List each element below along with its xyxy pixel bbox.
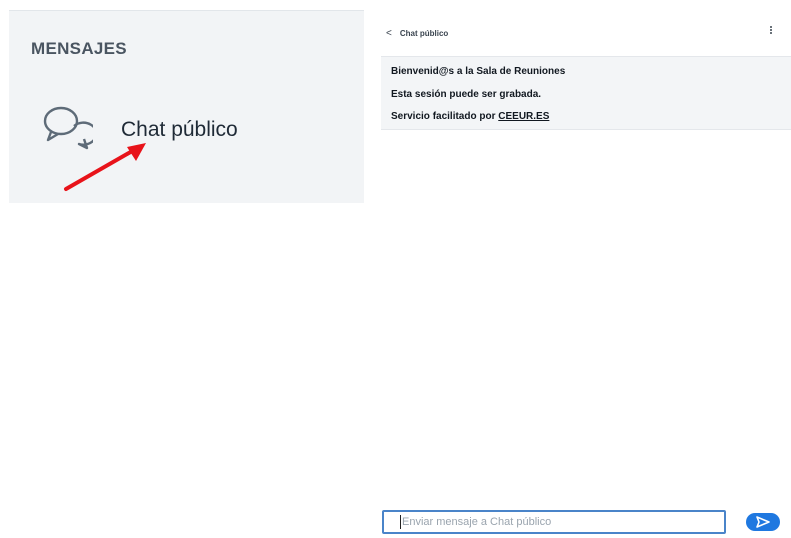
kebab-dot-icon (770, 32, 772, 34)
welcome-line-2: Esta sesión puede ser grabada. (391, 89, 542, 100)
red-arrow-icon (64, 143, 146, 191)
text-caret (400, 515, 401, 529)
send-icon (756, 516, 770, 528)
messages-panel-title: MENSAJES (31, 39, 127, 58)
back-button[interactable]: < Chat público (386, 25, 448, 41)
ceeur-link[interactable]: CEEUR.ES (498, 111, 549, 122)
message-composer (382, 510, 791, 538)
chat-header-title: Chat público (399, 28, 449, 38)
options-menu-button[interactable] (767, 26, 775, 40)
welcome-line-3: Servicio facilitado por CEEUR.ES (391, 111, 549, 122)
kebab-dot-icon (770, 29, 772, 31)
screenshot-stage: MENSAJES Chat público < Chat público Bie… (0, 0, 791, 538)
chat-header: < Chat público (372, 16, 782, 52)
chevron-left-icon: < (386, 27, 392, 39)
chat-panel: < Chat público Bienvenid@s a la Sala de … (372, 16, 791, 538)
kebab-dot-icon (770, 26, 772, 28)
welcome-line-3-prefix: Servicio facilitado por (391, 111, 499, 122)
message-input[interactable] (382, 510, 726, 534)
welcome-message-box: Bienvenid@s a la Sala de Reuniones Esta … (381, 56, 791, 130)
send-button[interactable] (746, 513, 780, 531)
welcome-line-1: Bienvenid@s a la Sala de Reuniones (391, 66, 566, 77)
